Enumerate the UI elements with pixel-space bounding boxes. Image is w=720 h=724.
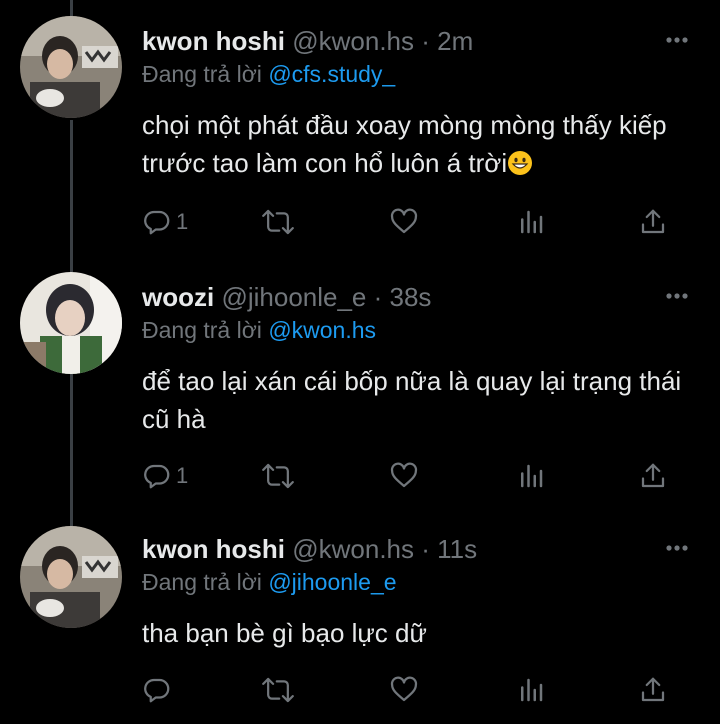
replying-to-handle[interactable]: @jihoonle_e: [268, 569, 396, 595]
tweet-header: woozi @jihoonle_e · 38s: [142, 282, 431, 312]
retweet-icon: [262, 209, 294, 235]
tweet[interactable]: kwon hoshi @kwon.hs · 2m Đang trả lời @c…: [0, 0, 720, 260]
grinning-face-emoji-icon: [508, 151, 533, 175]
tweet-text: chọi một phát đầu xoay mòng mòng thấy ki…: [142, 106, 702, 182]
user-handle[interactable]: @kwon.hs: [292, 26, 414, 56]
views-button[interactable]: [516, 674, 546, 706]
like-button[interactable]: [388, 674, 424, 706]
reply-icon: [144, 464, 170, 489]
replying-to-label: Đang trả lời: [142, 569, 262, 595]
tweet-header: kwon hoshi @kwon.hs · 11s: [142, 534, 477, 564]
like-icon: [390, 462, 418, 488]
retweet-button[interactable]: [262, 206, 298, 238]
tweet-text: tha bạn bè gì bạo lực dữ: [142, 618, 427, 648]
replying-to-handle[interactable]: @cfs.study_: [268, 61, 395, 87]
display-name[interactable]: kwon hoshi: [142, 26, 285, 56]
tweet[interactable]: kwon hoshi @kwon.hs · 11s Đang trả lời @…: [0, 514, 720, 724]
like-button[interactable]: [388, 460, 424, 492]
views-icon: [521, 678, 543, 702]
tweet-header: kwon hoshi @kwon.hs · 2m: [142, 26, 473, 56]
share-icon: [641, 209, 665, 234]
reply-button[interactable]: [142, 674, 176, 706]
separator: ·: [414, 26, 438, 56]
reply-icon: [144, 210, 170, 235]
views-icon: [521, 210, 543, 234]
separator: ·: [414, 534, 438, 564]
more-icon[interactable]: [664, 286, 690, 306]
replying-to: Đang trả lời @jihoonle_e: [142, 568, 397, 596]
share-button[interactable]: [638, 674, 668, 706]
action-bar: 1: [142, 206, 682, 238]
like-button[interactable]: [388, 206, 424, 238]
share-icon: [641, 677, 665, 702]
replying-to-handle[interactable]: @kwon.hs: [268, 317, 376, 343]
reply-count: 1: [176, 463, 189, 488]
retweet-button[interactable]: [262, 460, 298, 492]
action-bar: [142, 674, 682, 706]
share-icon: [641, 463, 665, 488]
replying-to-label: Đang trả lời: [142, 317, 262, 343]
reply-button[interactable]: 1: [142, 460, 188, 492]
display-name[interactable]: woozi: [142, 282, 214, 312]
share-button[interactable]: [638, 206, 668, 238]
user-handle[interactable]: @jihoonle_e: [221, 282, 366, 312]
views-icon: [521, 464, 543, 488]
tweet[interactable]: woozi @jihoonle_e · 38s Đang trả lời @kw…: [0, 260, 720, 522]
timestamp[interactable]: 2m: [437, 26, 473, 56]
reply-button[interactable]: 1: [142, 206, 188, 238]
reply-count: 1: [176, 209, 189, 234]
action-bar: 1: [142, 460, 682, 492]
retweet-icon: [262, 463, 294, 489]
replying-to-label: Đang trả lời: [142, 61, 262, 87]
more-icon[interactable]: [664, 30, 690, 50]
tweet-text: để tao lại xán cái bốp nữa là quay lại t…: [142, 366, 682, 434]
like-icon: [390, 208, 418, 234]
timestamp[interactable]: 38s: [390, 282, 432, 312]
avatar[interactable]: [20, 526, 122, 628]
user-handle[interactable]: @kwon.hs: [292, 534, 414, 564]
more-icon[interactable]: [664, 538, 690, 558]
avatar[interactable]: [20, 16, 122, 118]
timestamp[interactable]: 11s: [437, 534, 477, 564]
reply-icon: [144, 678, 170, 703]
avatar[interactable]: [20, 272, 122, 374]
views-button[interactable]: [516, 460, 546, 492]
views-button[interactable]: [516, 206, 546, 238]
separator: ·: [366, 282, 390, 312]
retweet-icon: [262, 677, 294, 703]
retweet-button[interactable]: [262, 674, 298, 706]
replying-to: Đang trả lời @cfs.study_: [142, 60, 395, 88]
replying-to: Đang trả lời @kwon.hs: [142, 316, 376, 344]
display-name[interactable]: kwon hoshi: [142, 534, 285, 564]
share-button[interactable]: [638, 460, 668, 492]
like-icon: [390, 676, 418, 702]
tweet-text-content: chọi một phát đầu xoay mòng mòng thấy ki…: [142, 110, 667, 178]
